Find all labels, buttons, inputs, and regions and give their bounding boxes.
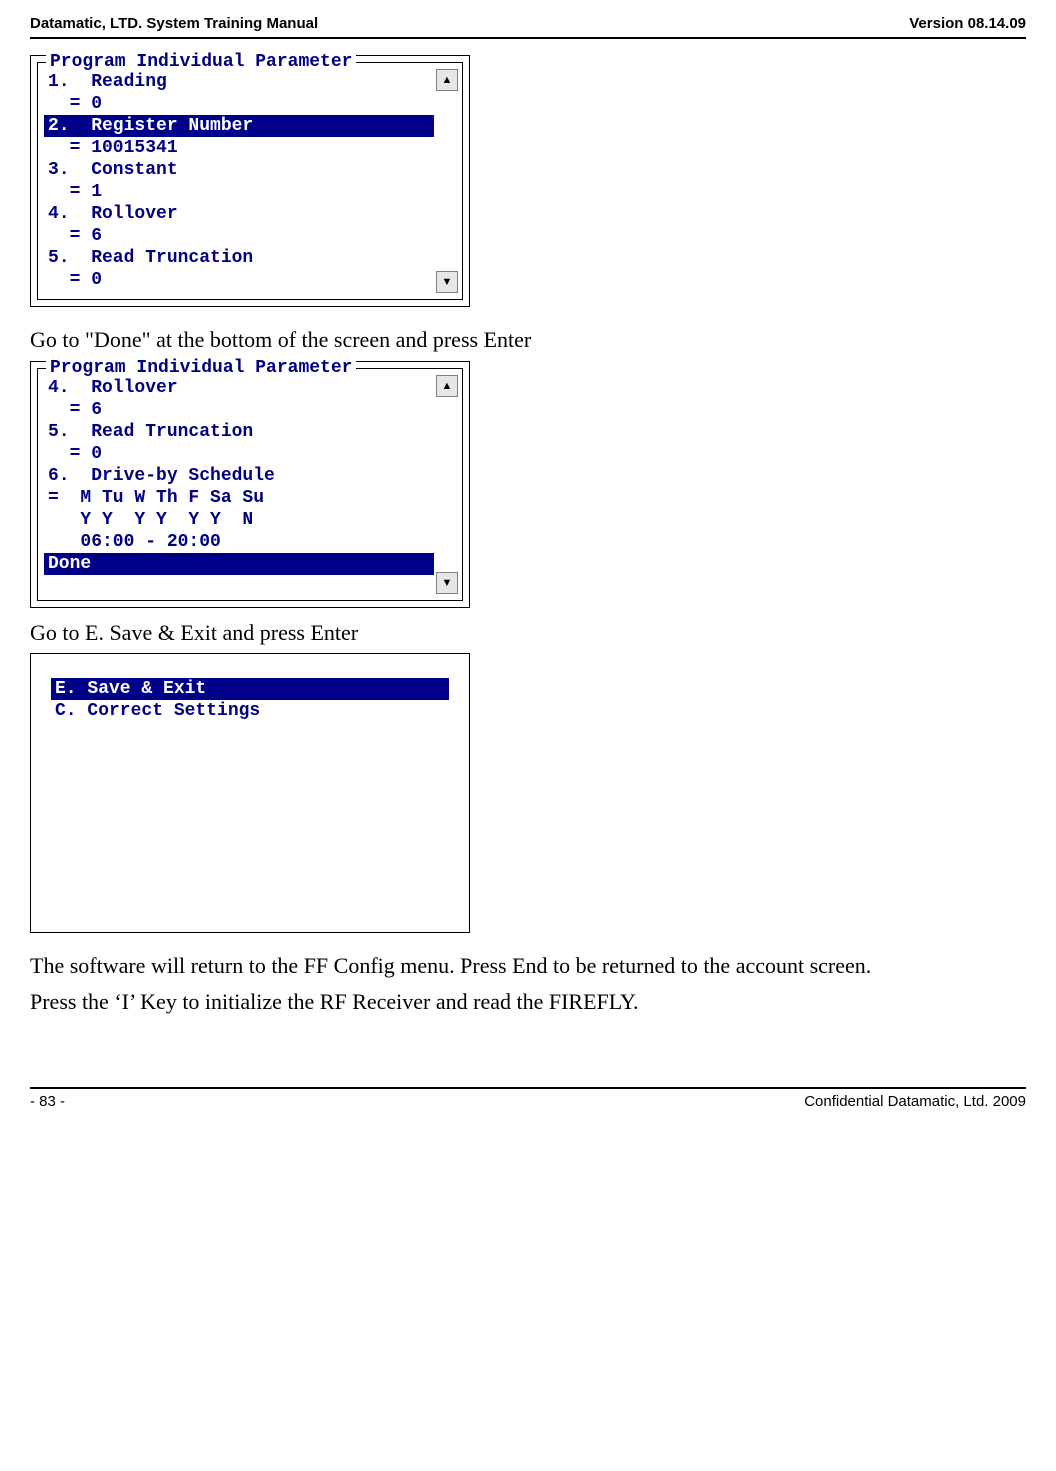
list-body-2[interactable]: 4. Rollover = 6 5. Read Truncation = 0 6…	[42, 373, 436, 596]
list1-row[interactable]: 1. Reading	[44, 71, 434, 93]
list1-row[interactable]: 3. Constant	[44, 159, 434, 181]
list1-row[interactable]: 4. Rollover	[44, 203, 434, 225]
screenshot-program-parameter-top: Program Individual Parameter 1. Reading …	[30, 55, 470, 307]
fieldset-1: Program Individual Parameter 1. Reading …	[37, 62, 463, 300]
scroll-up-icon[interactable]: ▲	[436, 69, 458, 91]
list1-row: = 0	[44, 93, 434, 115]
scroll-down-icon[interactable]: ▼	[436, 572, 458, 594]
instruction-1: Go to "Done" at the bottom of the screen…	[30, 325, 1026, 355]
list2-row-done[interactable]: Done	[44, 553, 434, 575]
header-left: Datamatic, LTD. System Training Manual	[30, 15, 318, 32]
list1-row[interactable]: 5. Read Truncation	[44, 247, 434, 269]
list2-row: Y Y Y Y Y Y N	[44, 509, 434, 531]
list2-row[interactable]: 6. Drive-by Schedule	[44, 465, 434, 487]
instruction-4: Press the ‘I’ Key to initialize the RF R…	[30, 987, 1026, 1017]
list2-row: = 0	[44, 443, 434, 465]
page-container: Datamatic, LTD. System Training Manual V…	[0, 0, 1056, 1130]
footer-page-number: - 83 -	[30, 1093, 65, 1110]
legend-1: Program Individual Parameter	[46, 52, 356, 72]
list2-row: 06:00 - 20:00	[44, 531, 434, 553]
list-body-3[interactable]: E. Save & Exit C. Correct Settings	[47, 674, 453, 726]
list-area-1: 1. Reading = 0 2. Register Number = 1001…	[42, 67, 458, 295]
header-right: Version 08.14.09	[909, 15, 1026, 32]
screenshot-save-exit: E. Save & Exit C. Correct Settings	[30, 653, 470, 933]
list3-row-save-exit[interactable]: E. Save & Exit	[51, 678, 449, 700]
scroll-down-icon[interactable]: ▼	[436, 271, 458, 293]
list3-row-correct-settings[interactable]: C. Correct Settings	[51, 700, 449, 722]
scrollbar-1[interactable]: ▲ ▼	[436, 67, 458, 295]
fieldset-2: Program Individual Parameter 4. Rollover…	[37, 368, 463, 601]
list2-row: = M Tu W Th F Sa Su	[44, 487, 434, 509]
instruction-2: Go to E. Save & Exit and press Enter	[30, 618, 1026, 648]
list2-row[interactable]: 5. Read Truncation	[44, 421, 434, 443]
instruction-3: The software will return to the FF Confi…	[30, 951, 1026, 981]
list1-row: = 10015341	[44, 137, 434, 159]
list-area-2: 4. Rollover = 6 5. Read Truncation = 0 6…	[42, 373, 458, 596]
footer-confidential: Confidential Datamatic, Ltd. 2009	[804, 1093, 1026, 1110]
list2-row: = 6	[44, 399, 434, 421]
list1-row: = 0	[44, 269, 434, 291]
legend-2: Program Individual Parameter	[46, 358, 356, 378]
screenshot-program-parameter-done: Program Individual Parameter 4. Rollover…	[30, 361, 470, 608]
list2-row[interactable]: 4. Rollover	[44, 377, 434, 399]
list1-row-selected[interactable]: 2. Register Number	[44, 115, 434, 137]
scrollbar-2[interactable]: ▲ ▼	[436, 373, 458, 596]
list1-row: = 6	[44, 225, 434, 247]
header-rule	[30, 37, 1026, 39]
list-body-1[interactable]: 1. Reading = 0 2. Register Number = 1001…	[42, 67, 436, 295]
page-footer: - 83 - Confidential Datamatic, Ltd. 2009	[30, 1093, 1026, 1110]
footer-rule	[30, 1087, 1026, 1089]
scroll-up-icon[interactable]: ▲	[436, 375, 458, 397]
list1-row: = 1	[44, 181, 434, 203]
page-header: Datamatic, LTD. System Training Manual V…	[30, 15, 1026, 35]
